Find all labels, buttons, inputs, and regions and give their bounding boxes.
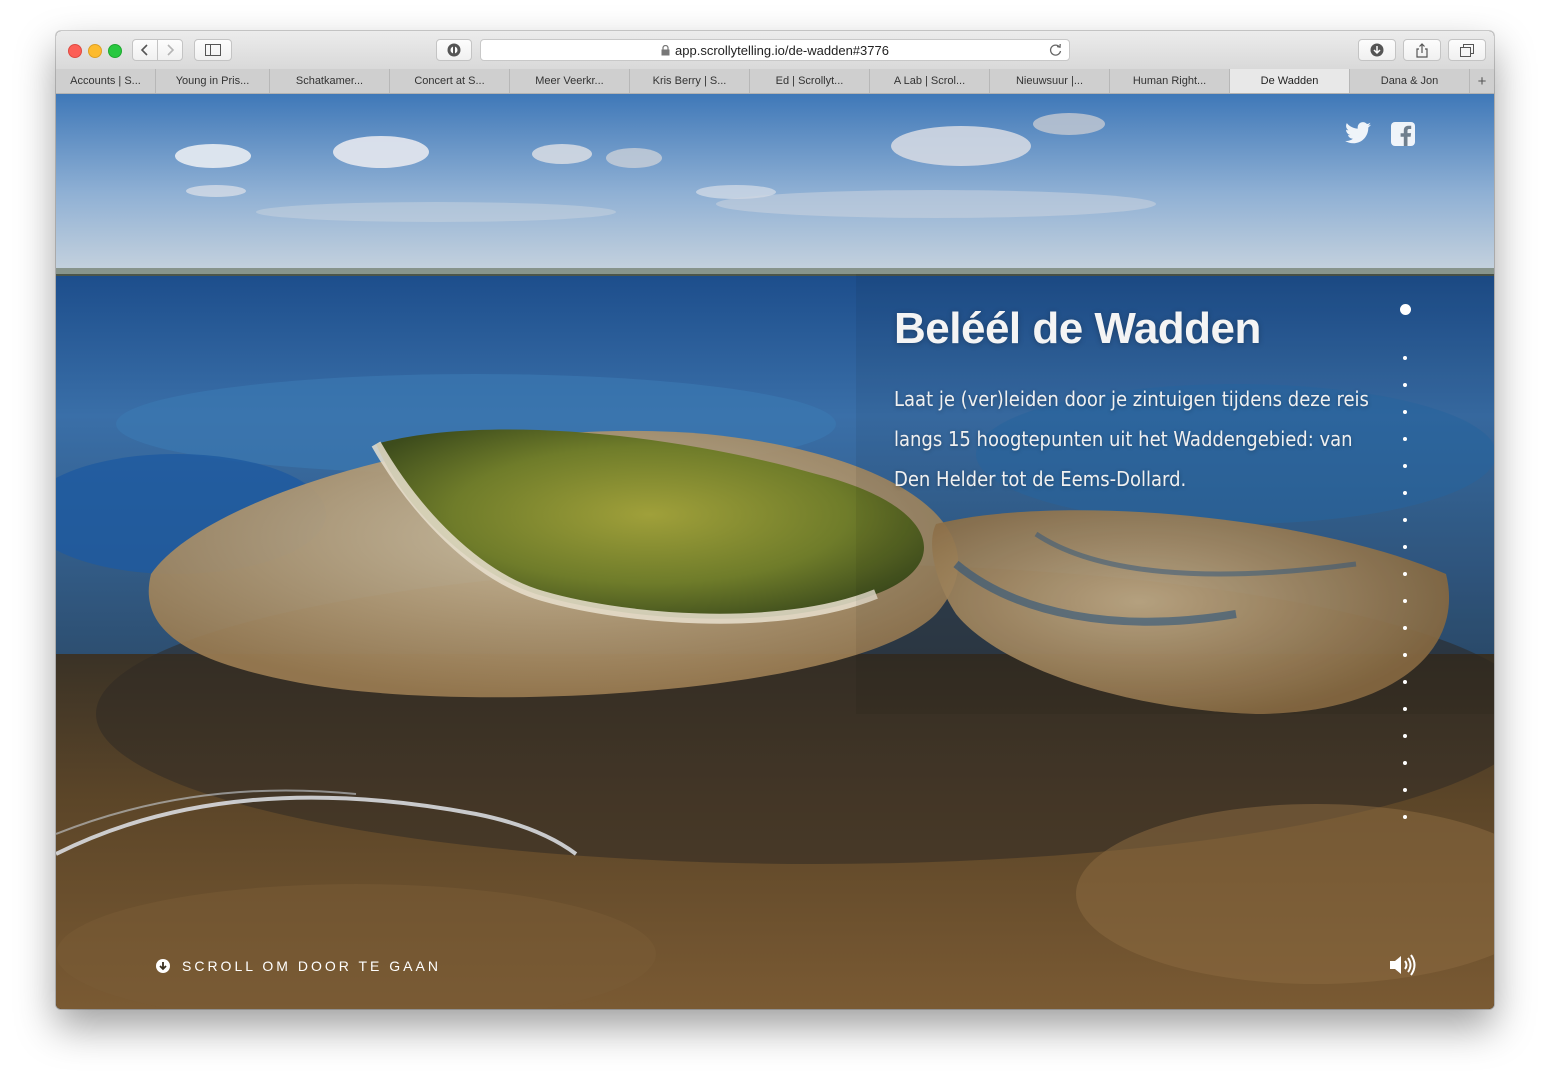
nav-dot[interactable] (1403, 464, 1407, 468)
shield-icon (447, 43, 461, 57)
nav-dot[interactable] (1403, 437, 1407, 441)
browser-tab[interactable]: De Wadden (1230, 69, 1350, 93)
nav-dot[interactable] (1403, 383, 1407, 387)
nav-dot[interactable] (1403, 788, 1407, 792)
intro-text: Laat je (ver)leiden door je zintuigen ti… (894, 387, 1369, 491)
scroll-hint-button[interactable]: SCROLL OM DOOR TE GAAN (156, 958, 441, 974)
twitter-share-button[interactable] (1345, 122, 1371, 144)
address-bar[interactable]: app.scrollytelling.io/de-wadden#3776 (480, 39, 1070, 61)
nav-dot[interactable] (1403, 815, 1407, 819)
downloads-button[interactable] (1358, 39, 1396, 61)
lock-icon (661, 44, 670, 56)
browser-tab[interactable]: A Lab | Scrol... (870, 69, 990, 93)
facebook-icon (1391, 122, 1415, 146)
url-text: app.scrollytelling.io/de-wadden#3776 (675, 42, 889, 58)
browser-tab[interactable]: Kris Berry | S... (630, 69, 750, 93)
twitter-icon (1345, 122, 1371, 144)
nav-dot[interactable] (1403, 410, 1407, 414)
browser-window: app.scrollytelling.io/de-wadden#3776 Acc… (56, 31, 1494, 1009)
nav-dot[interactable] (1403, 761, 1407, 765)
nav-dot[interactable] (1403, 518, 1407, 522)
privacy-extension-button[interactable] (436, 39, 472, 61)
chevron-left-icon (140, 44, 148, 56)
browser-tab[interactable]: Nieuwsuur |... (990, 69, 1110, 93)
nav-dot[interactable] (1403, 680, 1407, 684)
nav-dot[interactable] (1403, 707, 1407, 711)
minimize-window-button[interactable] (88, 44, 102, 58)
sound-toggle-button[interactable] (1389, 954, 1417, 981)
chevron-right-icon (167, 44, 175, 56)
back-button[interactable] (132, 39, 158, 61)
browser-tab[interactable]: Ed | Scrollyt... (750, 69, 870, 93)
wadden-aerial-photo (56, 94, 1494, 1009)
arrow-down-circle-icon (156, 959, 170, 973)
nav-dot[interactable] (1403, 599, 1407, 603)
nav-dot[interactable] (1403, 572, 1407, 576)
browser-tab[interactable]: Concert at S... (390, 69, 510, 93)
browser-tab[interactable]: Dana & Jon (1350, 69, 1470, 93)
browser-tab[interactable]: Schatkamer... (270, 69, 390, 93)
tabs-icon (1460, 43, 1474, 57)
nav-dot[interactable] (1403, 734, 1407, 738)
page-viewport: Beléél de Wadden Laat je (ver)leiden doo… (56, 94, 1494, 1009)
nav-dot[interactable] (1403, 356, 1407, 360)
scroll-hint-label: SCROLL OM DOOR TE GAAN (182, 958, 441, 974)
browser-tab[interactable]: Human Right... (1110, 69, 1230, 93)
browser-toolbar: app.scrollytelling.io/de-wadden#3776 (56, 31, 1494, 70)
sidebar-toggle-button[interactable] (194, 39, 232, 61)
facebook-share-button[interactable] (1391, 122, 1415, 146)
nav-dot[interactable] (1403, 626, 1407, 630)
page-title: Beléél de Wadden (894, 304, 1261, 353)
reload-icon[interactable] (1049, 43, 1062, 57)
nav-dot[interactable] (1403, 545, 1407, 549)
forward-button[interactable] (157, 39, 183, 61)
speaker-icon (1390, 954, 1416, 976)
show-all-tabs-button[interactable] (1448, 39, 1486, 61)
nav-dot[interactable] (1400, 304, 1411, 315)
zoom-window-button[interactable] (108, 44, 122, 58)
browser-tab[interactable]: Meer Veerkr... (510, 69, 630, 93)
share-icon (1416, 42, 1428, 58)
browser-tab[interactable]: Young in Pris... (156, 69, 270, 93)
share-button[interactable] (1403, 39, 1441, 61)
nav-dot[interactable] (1403, 653, 1407, 657)
sidebar-icon (205, 44, 221, 56)
close-window-button[interactable] (68, 44, 82, 58)
browser-tab[interactable]: Accounts | S... (56, 69, 156, 93)
nav-dot[interactable] (1403, 491, 1407, 495)
tab-bar: Accounts | S... Young in Pris... Schatkame… (56, 69, 1494, 94)
new-tab-button[interactable]: + (1470, 69, 1494, 93)
download-icon (1370, 43, 1384, 57)
